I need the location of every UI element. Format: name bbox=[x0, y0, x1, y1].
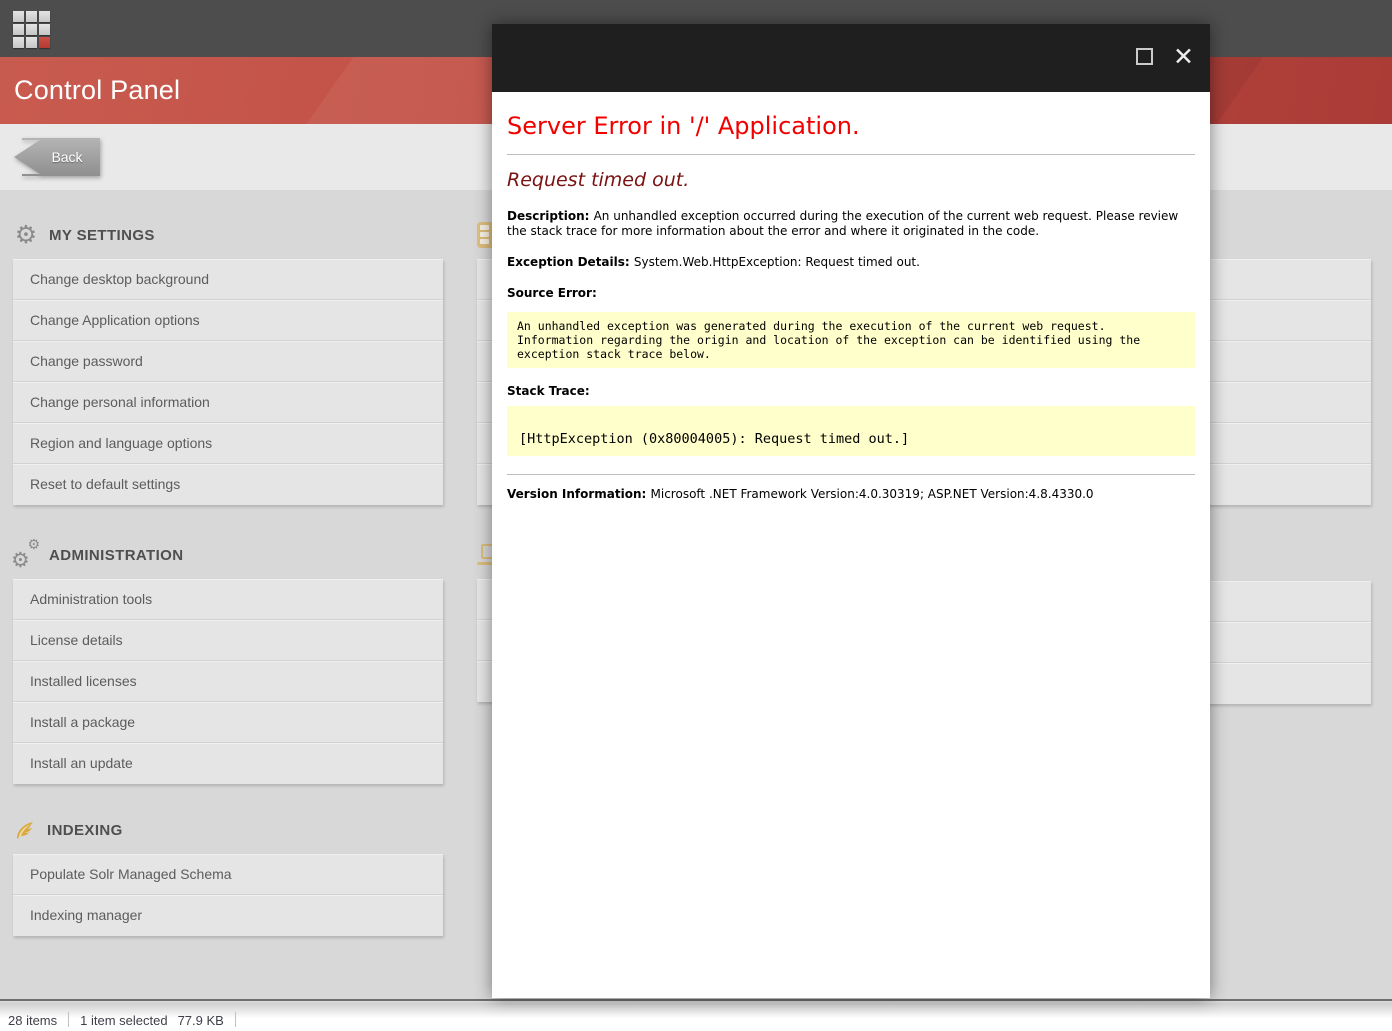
selection-info: 1 item selected bbox=[80, 1013, 168, 1028]
list-item[interactable]: Change password bbox=[13, 341, 443, 382]
list-item[interactable]: Indexing manager bbox=[13, 895, 443, 936]
list-item[interactable]: Administration tools bbox=[13, 579, 443, 620]
dialog-body: Server Error in '/' Application. Request… bbox=[492, 92, 1210, 511]
maximize-icon[interactable] bbox=[1136, 48, 1153, 65]
indexing-list: Populate Solr Managed Schema Indexing ma… bbox=[13, 854, 443, 936]
list-item[interactable]: Reset to default settings bbox=[13, 464, 443, 505]
source-error-label: Source Error: bbox=[507, 286, 597, 300]
error-title: Server Error in '/' Application. bbox=[507, 112, 860, 140]
status-bar: 28 items 1 item selected 77.9 KB bbox=[0, 1003, 1392, 1031]
description-label: Description: bbox=[507, 209, 594, 223]
list-item[interactable]: Change Application options bbox=[13, 300, 443, 341]
app-launcher-grid-icon[interactable] bbox=[13, 11, 54, 52]
list-item[interactable]: License details bbox=[13, 620, 443, 661]
stack-trace-text: [HttpException (0x80004005): Request tim… bbox=[519, 431, 910, 447]
selection-size: 77.9 KB bbox=[177, 1013, 224, 1028]
section-header-administration: ⚙ ⚙ ADMINISTRATION bbox=[11, 537, 184, 572]
gear-icon: ⚙ bbox=[14, 220, 38, 249]
exception-label: Exception Details: bbox=[507, 255, 634, 269]
section-header-my-settings: ⚙ MY SETTINGS bbox=[14, 220, 155, 249]
my-settings-list: Change desktop background Change Applica… bbox=[13, 259, 443, 505]
status-divider bbox=[234, 1012, 236, 1027]
error-subtitle: Request timed out. bbox=[507, 169, 690, 191]
stack-trace-label: Stack Trace: bbox=[507, 384, 590, 398]
close-icon[interactable]: ✕ bbox=[1173, 40, 1194, 74]
column-left: ⚙ MY SETTINGS Change desktop background … bbox=[11, 190, 443, 999]
list-item[interactable]: Change personal information bbox=[13, 382, 443, 423]
list-item[interactable]: Populate Solr Managed Schema bbox=[13, 854, 443, 895]
divider bbox=[507, 154, 1195, 155]
source-error-box: An unhandled exception was generated dur… bbox=[507, 312, 1195, 368]
version-label: Version Information: bbox=[507, 487, 651, 501]
items-count: 28 items bbox=[8, 1013, 58, 1028]
server-error-dialog: ✕ Server Error in '/' Application. Reque… bbox=[492, 24, 1210, 998]
back-button[interactable]: Back bbox=[14, 138, 100, 176]
section-header-indexing: INDEXING bbox=[13, 815, 123, 845]
divider bbox=[507, 474, 1195, 475]
list-item[interactable]: Region and language options bbox=[13, 423, 443, 464]
status-divider bbox=[68, 1012, 70, 1027]
exception-details: Exception Details: System.Web.HttpExcept… bbox=[507, 255, 920, 269]
administration-list: Administration tools License details Ins… bbox=[13, 579, 443, 784]
list-item[interactable]: Install an update bbox=[13, 743, 443, 784]
list-item[interactable]: Installed licenses bbox=[13, 661, 443, 702]
feather-icon bbox=[17, 822, 33, 839]
list-item[interactable]: Install a package bbox=[13, 702, 443, 743]
page-title: Control Panel bbox=[14, 75, 181, 105]
stack-trace-box: [HttpException (0x80004005): Request tim… bbox=[507, 406, 1195, 456]
version-information: Version Information: Microsoft .NET Fram… bbox=[507, 487, 1094, 501]
source-error-text: An unhandled exception was generated dur… bbox=[517, 319, 1148, 361]
dialog-title-bar: ✕ bbox=[492, 24, 1210, 92]
gears-icon: ⚙ ⚙ bbox=[11, 537, 40, 572]
control-panel-window: Control Panel Back ⚙ MY SETTINGS Change … bbox=[0, 0, 1392, 1031]
list-item[interactable]: Change desktop background bbox=[13, 259, 443, 300]
error-description: Description: An unhandled exception occu… bbox=[507, 209, 1179, 238]
